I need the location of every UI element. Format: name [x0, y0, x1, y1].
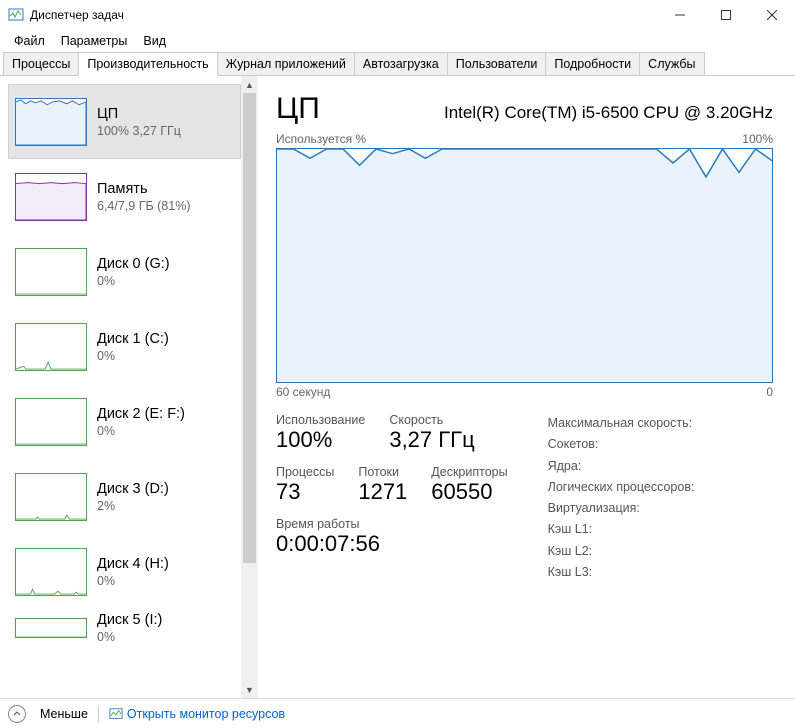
sidebar: ЦП 100% 3,27 ГГц Память 6,4/7,9 ГБ (81%) — [0, 76, 241, 698]
sidebar-item-label: Диск 4 (H:) — [97, 556, 169, 572]
stat-usage-value: 100% — [276, 427, 365, 453]
memory-thumb-chart — [15, 173, 87, 221]
stat-threads-value: 1271 — [358, 479, 407, 505]
scroll-up-icon[interactable]: ▲ — [241, 76, 258, 93]
cpu-usage-chart — [276, 148, 773, 383]
sidebar-item-disk5[interactable]: Диск 5 (I:) 0% — [8, 609, 241, 646]
sidebar-item-sub: 0% — [97, 424, 185, 438]
tab-users[interactable]: Пользователи — [447, 52, 547, 76]
tab-performance[interactable]: Производительность — [78, 52, 217, 76]
disk-thumb-chart — [15, 618, 87, 638]
sidebar-item-label: Диск 0 (G:) — [97, 256, 170, 272]
page-title: ЦП — [276, 92, 320, 126]
footer: Меньше Открыть монитор ресурсов — [0, 698, 795, 728]
kv-l3: Кэш L3: — [548, 562, 695, 583]
sidebar-item-cpu[interactable]: ЦП 100% 3,27 ГГц — [8, 84, 241, 159]
sidebar-item-label: Диск 1 (C:) — [97, 331, 169, 347]
tab-details[interactable]: Подробности — [545, 52, 640, 76]
divider — [98, 705, 99, 723]
stat-speed-value: 3,27 ГГц — [389, 427, 474, 453]
sidebar-scrollbar[interactable]: ▲ ▼ — [241, 76, 258, 698]
tab-processes[interactable]: Процессы — [3, 52, 79, 76]
scroll-down-icon[interactable]: ▼ — [241, 681, 258, 698]
close-button[interactable] — [749, 0, 795, 30]
stat-procs-value: 73 — [276, 479, 334, 505]
chart-icon — [109, 707, 123, 721]
kv-l1: Кэш L1: — [548, 519, 695, 540]
chevron-up-icon[interactable] — [8, 705, 26, 723]
sidebar-item-disk0[interactable]: Диск 0 (G:) 0% — [8, 234, 241, 309]
sidebar-item-sub: 0% — [97, 574, 169, 588]
menubar: Файл Параметры Вид — [0, 30, 795, 52]
cpu-info-block: Максимальная скорость: Сокетов: Ядра: Ло… — [548, 413, 695, 583]
fewer-details-button[interactable]: Меньше — [40, 707, 88, 721]
disk-thumb-chart — [15, 398, 87, 446]
kv-virt: Виртуализация: — [548, 498, 695, 519]
sidebar-item-disk4[interactable]: Диск 4 (H:) 0% — [8, 534, 241, 609]
sidebar-item-memory[interactable]: Память 6,4/7,9 ГБ (81%) — [8, 159, 241, 234]
stat-usage-label: Использование — [276, 413, 365, 427]
sidebar-item-disk2[interactable]: Диск 2 (E: F:) 0% — [8, 384, 241, 459]
open-resource-monitor-label: Открыть монитор ресурсов — [127, 707, 285, 721]
disk-thumb-chart — [15, 548, 87, 596]
kv-l2: Кэш L2: — [548, 541, 695, 562]
sidebar-item-label: Диск 2 (E: F:) — [97, 406, 185, 422]
sidebar-item-sub: 0% — [97, 274, 170, 288]
tab-services[interactable]: Службы — [639, 52, 704, 76]
stat-handles-value: 60550 — [431, 479, 507, 505]
scroll-thumb[interactable] — [243, 93, 256, 563]
stat-handles-label: Дескрипторы — [431, 465, 507, 479]
maximize-button[interactable] — [703, 0, 749, 30]
sidebar-item-label: Диск 5 (I:) — [97, 612, 162, 628]
sidebar-item-sub: 0% — [97, 349, 169, 363]
tab-startup[interactable]: Автозагрузка — [354, 52, 448, 76]
disk-thumb-chart — [15, 248, 87, 296]
kv-cores: Ядра: — [548, 456, 695, 477]
stat-threads-label: Потоки — [358, 465, 407, 479]
menu-view[interactable]: Вид — [135, 32, 174, 50]
stat-uptime-value: 0:00:07:56 — [276, 531, 380, 557]
sidebar-item-sub: 6,4/7,9 ГБ (81%) — [97, 199, 191, 213]
chart-y-label: Используется % — [276, 132, 366, 146]
sidebar-item-sub: 0% — [97, 630, 162, 644]
cpu-thumb-chart — [15, 98, 87, 146]
open-resource-monitor-link[interactable]: Открыть монитор ресурсов — [109, 707, 285, 721]
cpu-name: Intel(R) Core(TM) i5-6500 CPU @ 3.20GHz — [444, 103, 773, 123]
app-icon — [8, 7, 24, 23]
sidebar-item-label: ЦП — [97, 106, 181, 122]
sidebar-item-disk1[interactable]: Диск 1 (C:) 0% — [8, 309, 241, 384]
disk-thumb-chart — [15, 323, 87, 371]
tabs: Процессы Производительность Журнал прило… — [0, 52, 795, 76]
kv-logical: Логических процессоров: — [548, 477, 695, 498]
disk-thumb-chart — [15, 473, 87, 521]
stat-uptime-label: Время работы — [276, 517, 380, 531]
kv-max-speed: Максимальная скорость: — [548, 413, 695, 434]
minimize-button[interactable] — [657, 0, 703, 30]
main-panel: ЦП Intel(R) Core(TM) i5-6500 CPU @ 3.20G… — [258, 76, 795, 698]
stat-procs-label: Процессы — [276, 465, 334, 479]
stat-speed-label: Скорость — [389, 413, 474, 427]
chart-x-right: 0 — [766, 385, 773, 399]
sidebar-item-label: Диск 3 (D:) — [97, 481, 169, 497]
window-title: Диспетчер задач — [30, 8, 657, 22]
menu-options[interactable]: Параметры — [53, 32, 136, 50]
chart-y-max: 100% — [742, 132, 773, 146]
titlebar: Диспетчер задач — [0, 0, 795, 30]
sidebar-item-sub: 100% 3,27 ГГц — [97, 124, 181, 138]
chart-x-left: 60 секунд — [276, 385, 330, 399]
menu-file[interactable]: Файл — [6, 32, 53, 50]
tab-app-history[interactable]: Журнал приложений — [217, 52, 355, 76]
sidebar-item-disk3[interactable]: Диск 3 (D:) 2% — [8, 459, 241, 534]
sidebar-item-label: Память — [97, 181, 191, 197]
sidebar-item-sub: 2% — [97, 499, 169, 513]
kv-sockets: Сокетов: — [548, 434, 695, 455]
